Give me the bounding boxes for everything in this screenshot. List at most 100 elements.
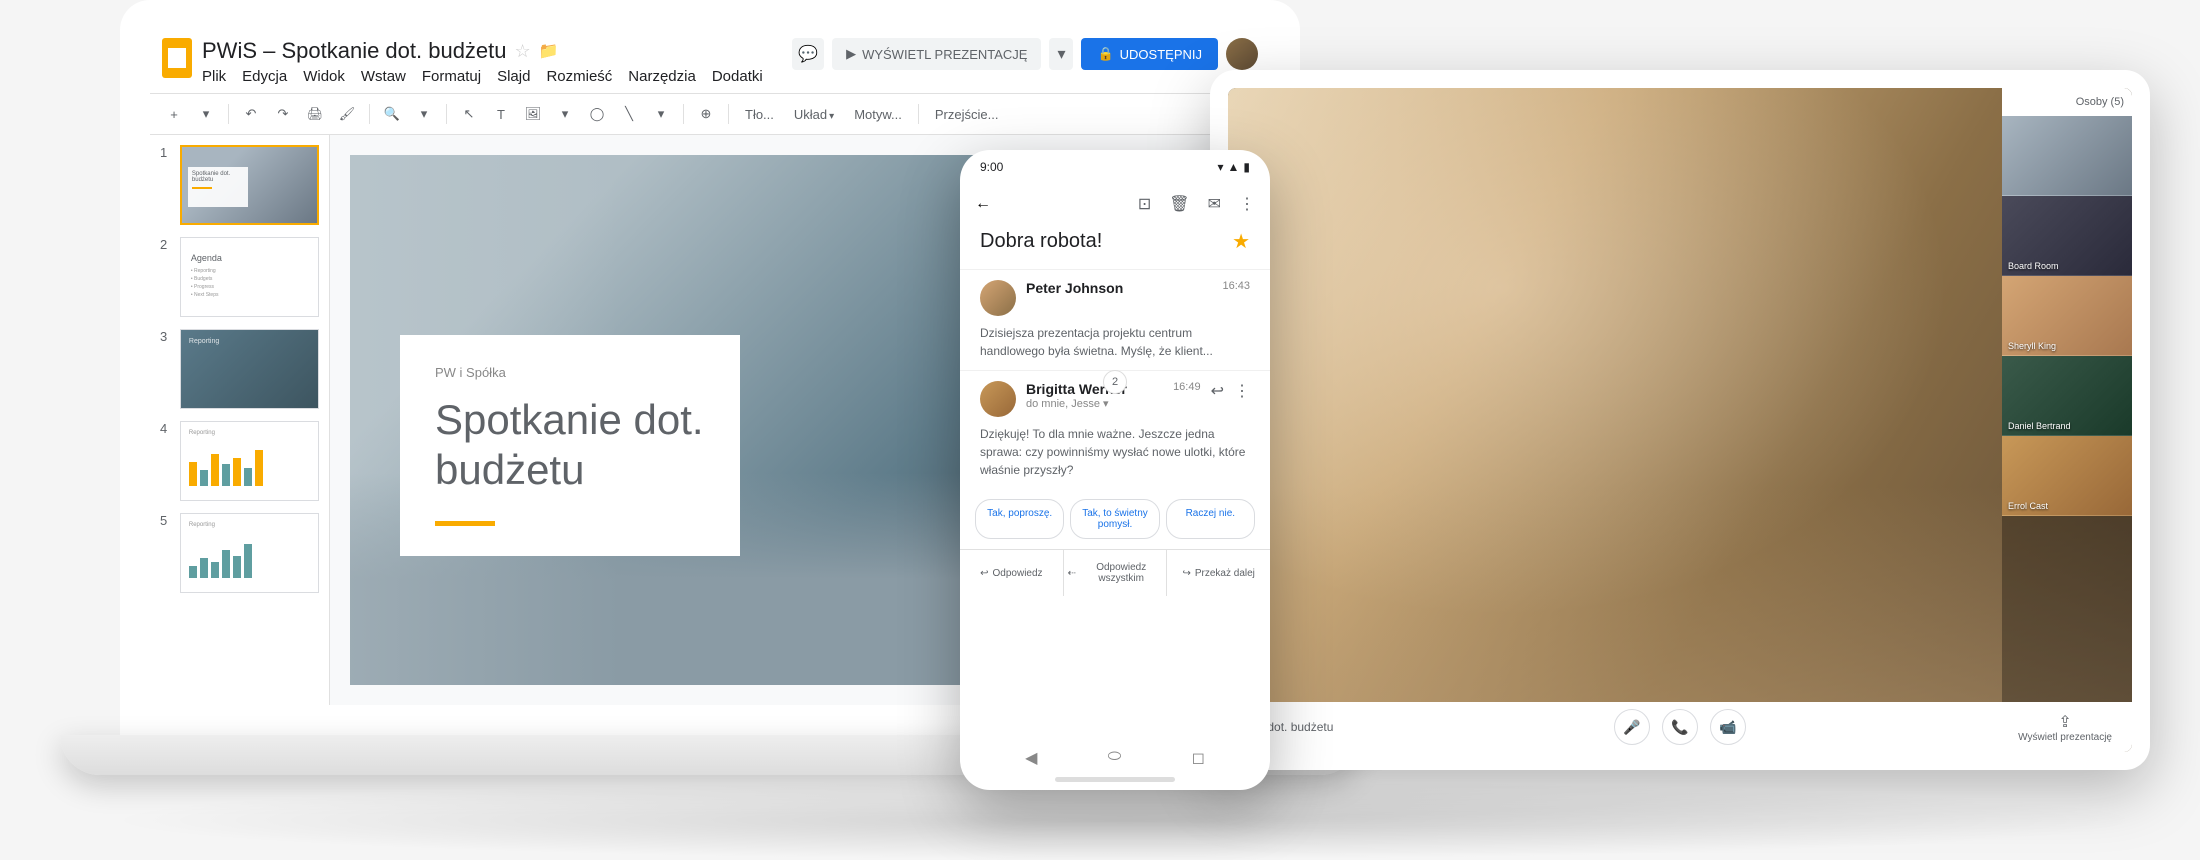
transition-button[interactable]: Przejście... — [927, 103, 1007, 126]
slide-thumbnail[interactable]: Reporting — [180, 513, 319, 593]
present-dropdown[interactable]: ▾ — [1049, 38, 1073, 70]
background-button[interactable]: Tło... — [737, 103, 782, 126]
slide-thumbnail[interactable]: Spotkanie dot. budżetu — [180, 145, 319, 225]
signal-icon: ▲ — [1228, 160, 1240, 174]
star-icon[interactable]: ★ — [1232, 229, 1250, 254]
smart-reply-button[interactable]: Tak, poproszę. — [975, 499, 1064, 539]
participant-thumbnail[interactable]: Sheryll King — [2002, 276, 2132, 356]
smart-reply-button[interactable]: Tak, to świetny pomysł. — [1070, 499, 1159, 539]
home-indicator[interactable] — [1055, 777, 1175, 782]
chevron-down-icon[interactable]: ▾ — [647, 100, 675, 128]
slide-thumbnail[interactable]: Reporting — [180, 421, 319, 501]
meet-app: Osoby (5) Board Room Sheryll King Daniel… — [1228, 88, 2132, 752]
image-icon[interactable]: 🖼 — [519, 100, 547, 128]
thread-count[interactable]: 2 — [1103, 370, 1127, 394]
phone-nav-bar: ◀ ⬭ ◻ — [960, 748, 1270, 768]
present-button[interactable]: ▶ WYŚWIETL PREZENTACJĘ — [832, 38, 1041, 70]
message-time: 16:49 — [1173, 381, 1201, 393]
participant-thumbnail[interactable]: Board Room — [2002, 196, 2132, 276]
tablet-device: Osoby (5) Board Room Sheryll King Daniel… — [1210, 70, 2150, 770]
smart-reply-button[interactable]: Raczej nie. — [1166, 499, 1255, 539]
forward-button[interactable]: ↪ Przekaż dalej — [1167, 550, 1270, 596]
theme-button[interactable]: Motyw... — [846, 103, 910, 126]
chevron-down-icon[interactable]: ▾ — [192, 100, 220, 128]
email-message[interactable]: Peter Johnson 16:43 Dzisiejsza prezentac… — [960, 269, 1270, 370]
more-icon[interactable]: ⋮ — [1234, 381, 1250, 401]
share-label: UDOSTĘPNIJ — [1120, 47, 1202, 62]
comments-icon[interactable]: 💬 — [792, 38, 824, 70]
slide-subtitle[interactable]: PW i Spółka — [435, 365, 705, 380]
sender-name: Peter Johnson — [1026, 280, 1212, 296]
message-body: Dziękuję! To dla mnie ważne. Jeszcze jed… — [980, 425, 1250, 479]
menu-file[interactable]: Plik — [202, 68, 226, 85]
participants-header[interactable]: Osoby (5) — [2002, 88, 2132, 116]
chevron-down-icon[interactable]: ▾ — [551, 100, 579, 128]
menu-format[interactable]: Formatuj — [422, 68, 481, 85]
sender-name: Brigitta Werner — [1026, 381, 1163, 397]
slides-logo-icon[interactable] — [162, 38, 192, 78]
slide-number: 5 — [160, 513, 174, 593]
mute-button[interactable]: 🎤 — [1614, 709, 1650, 745]
message-recipients[interactable]: do mnie, Jesse ▾ — [1026, 397, 1163, 410]
redo-icon[interactable]: ↷ — [269, 100, 297, 128]
slide-title[interactable]: Spotkanie dot. budżetu — [435, 395, 705, 496]
participant-thumbnail[interactable] — [2002, 116, 2132, 196]
reply-icon[interactable]: ↩ — [1211, 381, 1224, 401]
menu-arrange[interactable]: Rozmieść — [546, 68, 612, 85]
user-avatar[interactable] — [1226, 38, 1258, 70]
home-nav-icon[interactable]: ⬭ — [1108, 748, 1122, 768]
layout-button[interactable]: Układ▾ — [786, 103, 842, 126]
sender-avatar[interactable] — [980, 280, 1016, 316]
phone-device: 9:00 ▾ ▲ ▮ ← ⊡ 🗑 ✉ ⋮ Dobra robota! ★ Pet… — [960, 150, 1270, 790]
star-icon[interactable]: ☆ — [515, 41, 531, 62]
slide-panel[interactable]: 1 Spotkanie dot. budżetu 2 Agenda • Repo… — [150, 135, 330, 705]
shape-icon[interactable]: ◯ — [583, 100, 611, 128]
print-icon[interactable]: 🖨 — [301, 100, 329, 128]
textbox-icon[interactable]: T — [487, 100, 515, 128]
zoom-icon[interactable]: 🔍 — [378, 100, 406, 128]
comment-icon[interactable]: ⊕ — [692, 100, 720, 128]
new-slide-button[interactable]: + — [160, 100, 188, 128]
phone-status-bar: 9:00 ▾ ▲ ▮ — [960, 150, 1270, 184]
line-icon[interactable]: ╲ — [615, 100, 643, 128]
video-button[interactable]: 📹 — [1710, 709, 1746, 745]
undo-icon[interactable]: ↶ — [237, 100, 265, 128]
slide-thumbnail[interactable]: Agenda • Reporting• Budgets• Progress• N… — [180, 237, 319, 317]
select-icon[interactable]: ↖ — [455, 100, 483, 128]
slide-text-box[interactable]: PW i Spółka Spotkanie dot. budżetu — [400, 335, 740, 556]
meeting-main-video[interactable] — [1228, 88, 2132, 752]
wifi-icon: ▾ — [1217, 160, 1223, 174]
folder-icon[interactable]: 📁 — [539, 41, 559, 61]
back-icon[interactable]: ← — [975, 195, 991, 213]
hangup-button[interactable]: 📞 — [1662, 709, 1698, 745]
reply-button[interactable]: ↩ Odpowiedz — [960, 550, 1064, 596]
recent-nav-icon[interactable]: ◻ — [1192, 748, 1205, 768]
slide-number: 3 — [160, 329, 174, 409]
slide-thumbnail[interactable]: Reporting — [180, 329, 319, 409]
menu-insert[interactable]: Wstaw — [361, 68, 406, 85]
more-icon[interactable]: ⋮ — [1239, 194, 1255, 214]
menu-slide[interactable]: Slajd — [497, 68, 530, 85]
battery-icon: ▮ — [1243, 160, 1250, 174]
menu-bar: Plik Edycja Widok Wstaw Formatuj Slajd R… — [202, 68, 782, 85]
toolbar: + ▾ ↶ ↷ 🖨 🖌 🔍 ▾ ↖ T 🖼 ▾ ◯ ╲ ▾ ⊕ Tło... U… — [150, 93, 1270, 135]
archive-icon[interactable]: ⊡ — [1138, 194, 1151, 214]
slide-number: 1 — [160, 145, 174, 225]
message-time: 16:43 — [1222, 280, 1250, 292]
menu-tools[interactable]: Narzędzia — [628, 68, 696, 85]
back-nav-icon[interactable]: ◀ — [1025, 748, 1037, 768]
reply-all-button[interactable]: ⇠ Odpowiedz wszystkim — [1064, 550, 1168, 596]
paint-format-icon[interactable]: 🖌 — [333, 100, 361, 128]
menu-addons[interactable]: Dodatki — [712, 68, 763, 85]
sender-avatar[interactable] — [980, 381, 1016, 417]
participant-thumbnail[interactable]: Daniel Bertrand — [2002, 356, 2132, 436]
document-title[interactable]: PWiS – Spotkanie dot. budżetu — [202, 38, 507, 64]
menu-edit[interactable]: Edycja — [242, 68, 287, 85]
share-button[interactable]: 🔒 UDOSTĘPNIJ — [1081, 38, 1218, 70]
chevron-down-icon[interactable]: ▾ — [410, 100, 438, 128]
delete-icon[interactable]: 🗑 — [1169, 194, 1189, 214]
mail-icon[interactable]: ✉ — [1208, 194, 1221, 214]
present-screen-button[interactable]: ⇪ Wyświetl prezentację — [2018, 712, 2112, 743]
menu-view[interactable]: Widok — [303, 68, 345, 85]
participant-thumbnail[interactable]: Errol Cast — [2002, 436, 2132, 516]
